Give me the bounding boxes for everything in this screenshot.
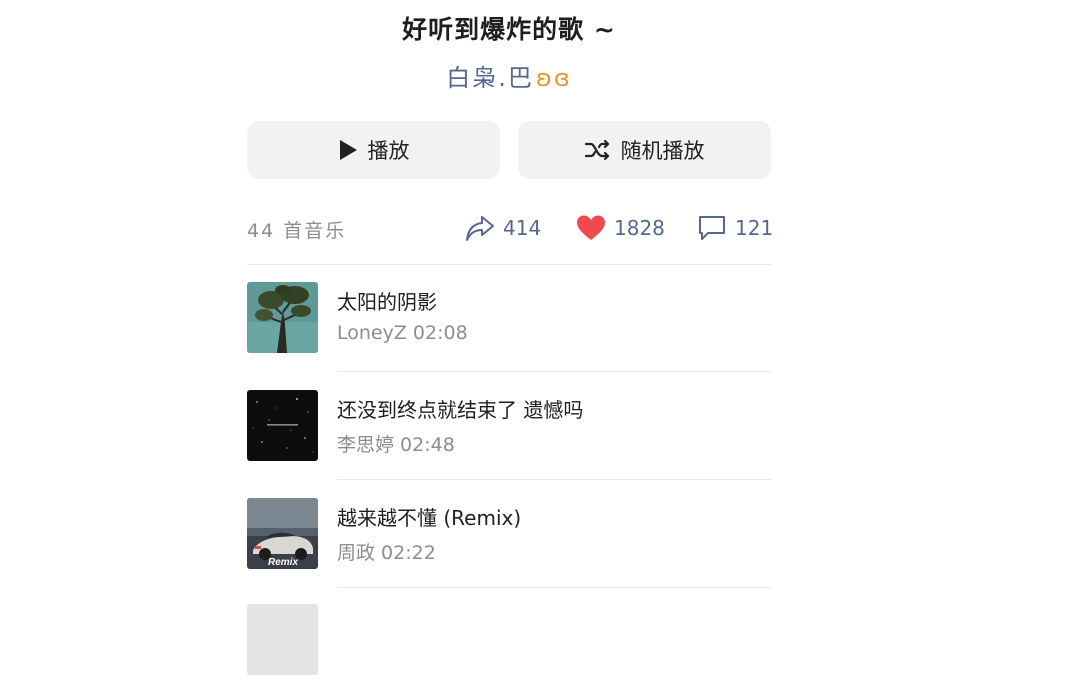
comment-count: 121: [735, 216, 774, 240]
song-row[interactable]: 太阳的阴影 LoneyZ 02:08: [247, 264, 771, 372]
song-cover-partial: [247, 604, 318, 675]
comment-button[interactable]: 121: [697, 210, 773, 246]
song-count: 44 首音乐: [247, 220, 347, 242]
song-meta: 周政 02:22: [337, 542, 436, 564]
share-button[interactable]: 414: [465, 210, 541, 246]
heart-icon: [576, 214, 606, 242]
playlist-title: 好听到爆炸的歌 ~: [402, 15, 616, 44]
remix-cover-text: Remix: [268, 557, 298, 568]
song-cover-remix: Remix: [247, 498, 318, 569]
share-icon: [465, 214, 495, 242]
like-count: 1828: [614, 216, 665, 240]
play-button[interactable]: 播放: [247, 121, 500, 179]
song-row[interactable]: 还没到终点就结束了 遗憾吗 李思婷 02:48: [247, 372, 771, 480]
song-row[interactable]: Remix 越来越不懂 (Remix) 周政 02:22: [247, 480, 771, 588]
like-button[interactable]: 1828: [576, 210, 665, 246]
playlist-stats: 44 首音乐 414 1828 121: [247, 210, 773, 246]
playlist-panel: 好听到爆炸的歌 ~ 白枭.巴ʚɞ 播放 随机播放 44 首音乐 414 1828…: [247, 0, 773, 675]
play-icon: [338, 139, 358, 161]
song-meta: LoneyZ 02:08: [337, 322, 468, 344]
author-name: 白枭.巴: [446, 64, 534, 92]
song-row-partial[interactable]: [247, 588, 771, 696]
comment-icon: [697, 214, 727, 242]
shuffle-icon: [584, 139, 611, 161]
song-meta: 李思婷 02:48: [337, 434, 455, 456]
song-cover-tree: [247, 282, 318, 353]
song-title: 太阳的阴影: [337, 290, 437, 314]
share-count: 414: [503, 216, 542, 240]
shuffle-button[interactable]: 随机播放: [518, 121, 771, 179]
play-button-label: 播放: [367, 139, 410, 163]
shuffle-button-label: 随机播放: [620, 139, 705, 163]
playlist-author[interactable]: 白枭.巴ʚɞ: [247, 58, 771, 93]
song-title: 越来越不懂 (Remix): [337, 506, 522, 530]
author-emoji: ʚɞ: [535, 64, 572, 92]
song-cover-stars: [247, 390, 318, 461]
song-title: 还没到终点就结束了 遗憾吗: [337, 398, 584, 422]
